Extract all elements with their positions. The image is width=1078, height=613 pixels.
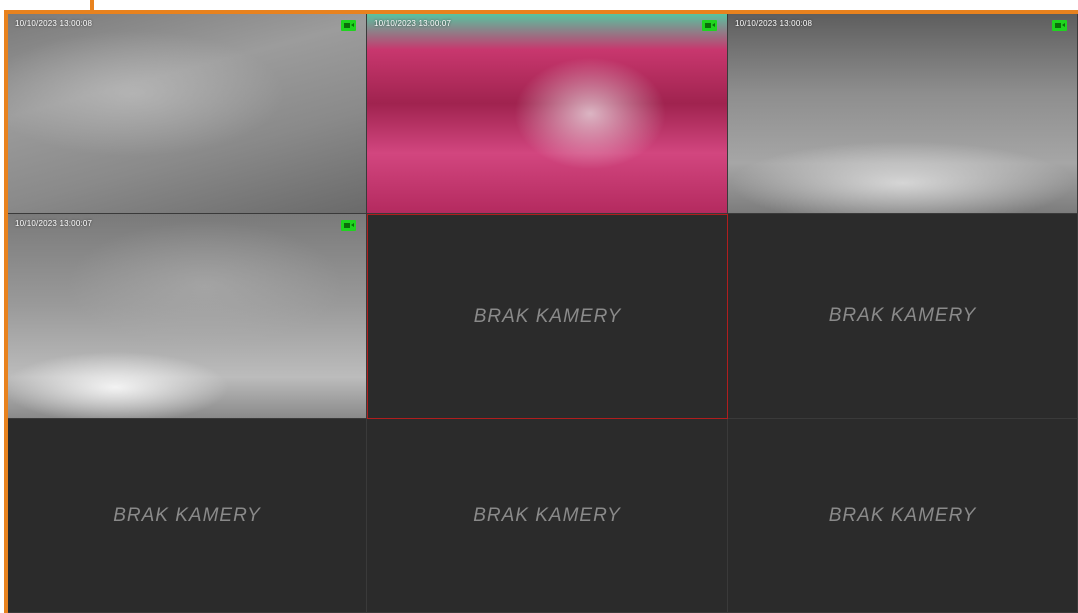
camera-feed-image	[728, 14, 1077, 213]
camera-tile-2[interactable]: 10/10/2023 13:00:07	[367, 14, 728, 214]
camera-tile-1[interactable]: 10/10/2023 13:00:08	[8, 14, 367, 214]
no-camera-label: BRAK KAMERY	[828, 305, 977, 326]
camera-grid: 10/10/2023 13:00:08 10/10/2023 13:00:07 …	[8, 14, 1078, 613]
camera-timestamp: 10/10/2023 13:00:08	[15, 19, 93, 28]
camera-grid-frame: 10/10/2023 13:00:08 10/10/2023 13:00:07 …	[0, 0, 1078, 613]
camera-tile-3[interactable]: 10/10/2023 13:00:08	[728, 14, 1078, 214]
camera-feed-image	[367, 14, 727, 213]
camera-timestamp: 10/10/2023 13:00:08	[735, 19, 813, 28]
camera-timestamp: 10/10/2023 13:00:07	[15, 219, 93, 228]
camera-feed-image	[8, 14, 366, 213]
camera-tile-7[interactable]: BRAK KAMERY	[8, 419, 367, 613]
camera-timestamp: 10/10/2023 13:00:07	[374, 19, 452, 28]
camera-tile-9[interactable]: BRAK KAMERY	[728, 419, 1078, 613]
camera-recording-icon	[341, 220, 356, 231]
no-camera-label: BRAK KAMERY	[473, 305, 622, 327]
camera-tile-5[interactable]: BRAK KAMERY	[367, 214, 728, 419]
camera-recording-icon	[1052, 20, 1067, 31]
camera-tile-4[interactable]: 10/10/2023 13:00:07	[8, 214, 367, 419]
camera-tile-8[interactable]: BRAK KAMERY	[367, 419, 728, 613]
camera-tile-6[interactable]: BRAK KAMERY	[728, 214, 1078, 419]
no-camera-label: BRAK KAMERY	[113, 504, 261, 526]
camera-recording-icon	[702, 20, 717, 31]
camera-recording-icon	[341, 20, 356, 31]
camera-feed-image	[8, 214, 366, 418]
no-camera-label: BRAK KAMERY	[828, 504, 977, 526]
no-camera-label: BRAK KAMERY	[473, 504, 621, 526]
